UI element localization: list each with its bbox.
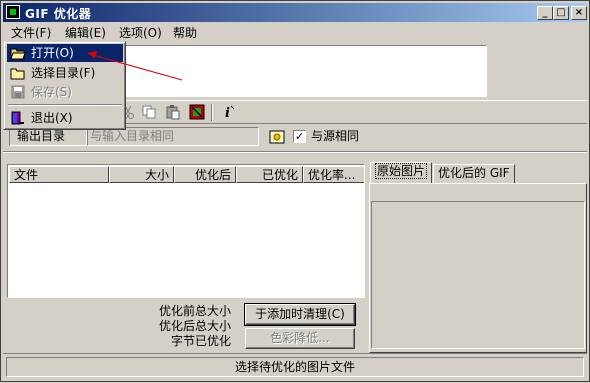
maximize-button[interactable]: □	[553, 6, 569, 20]
menu-item-label: 退出(X)	[31, 111, 73, 125]
menu-separator	[8, 104, 122, 106]
file-list[interactable]: 文件 大小 优化后 已优化 优化率...	[7, 164, 365, 298]
menu-item-label: 打开(O)	[31, 46, 74, 60]
same-as-source-label: 与源相同	[311, 129, 360, 143]
status-bar: 选择待优化的图片文件	[3, 353, 587, 379]
total-after-label: 优化后总大小	[158, 319, 231, 333]
exit-door-icon	[10, 111, 26, 125]
toolbar-separator	[211, 104, 213, 121]
menu-item-open[interactable]: 打开(O)	[7, 44, 123, 62]
paste-icon[interactable]	[165, 104, 181, 120]
help-pointer-icon[interactable]: i	[221, 104, 237, 121]
tab-original[interactable]: 原始图片	[370, 162, 433, 183]
column-ratio[interactable]: 优化率...	[303, 166, 364, 183]
clear-on-add-button[interactable]: 于添加时清理(C)	[244, 303, 356, 326]
menu-item-exit[interactable]: 退出(X)	[7, 109, 123, 127]
menu-file[interactable]: 文件(F)	[7, 25, 55, 41]
svg-text:i: i	[225, 106, 230, 120]
menu-edit[interactable]: 编辑(E)	[61, 25, 110, 41]
bytes-saved-label: 字节已优化	[170, 334, 231, 348]
total-before-label: 优化前总大小	[158, 304, 231, 318]
app-window: GIF 优化器 _ □ × 文件(F) 编辑(E) 选项(O) 帮助 i 输出目…	[0, 0, 590, 382]
separator-line	[3, 151, 587, 153]
close-button[interactable]: ×	[571, 6, 587, 20]
column-saved[interactable]: 已优化	[236, 166, 303, 183]
copy-icon[interactable]	[141, 104, 157, 120]
tab-optimized[interactable]: 优化后的 GIF	[433, 164, 515, 183]
file-menu-dropdown: 打开(O) 选择目录(F) 保存(S) 退出(X)	[3, 41, 126, 130]
menu-item-label: 选择目录(F)	[31, 66, 96, 80]
preview-image-area	[371, 201, 585, 349]
window-title: GIF 优化器	[25, 7, 92, 21]
drop-area[interactable]	[123, 45, 487, 97]
status-text: 选择待优化的图片文件	[6, 357, 584, 377]
column-file[interactable]: 文件	[9, 166, 109, 183]
menu-options[interactable]: 选项(O)	[115, 25, 166, 41]
same-as-source-checkbox[interactable]: ✓	[293, 130, 306, 143]
menu-item-label: 保存(S)	[31, 85, 72, 99]
delete-icon[interactable]	[189, 104, 205, 120]
minimize-button[interactable]: _	[537, 6, 553, 20]
column-size[interactable]: 大小	[109, 166, 174, 183]
app-icon[interactable]	[6, 5, 20, 19]
menu-item-select-folder[interactable]: 选择目录(F)	[7, 64, 123, 82]
menu-help[interactable]: 帮助	[169, 25, 201, 41]
reduce-colors-button[interactable]: 色彩降低...	[245, 328, 355, 349]
browse-folder-icon[interactable]	[269, 129, 285, 144]
file-list-header: 文件 大小 优化后 已优化 优化率...	[9, 166, 364, 183]
open-folder-icon	[10, 46, 26, 60]
title-bar[interactable]: GIF 优化器 _ □ ×	[3, 3, 587, 22]
folder-icon	[10, 66, 26, 80]
save-icon	[10, 85, 26, 99]
column-optimized-size[interactable]: 优化后	[174, 166, 236, 183]
menu-bar: 文件(F) 编辑(E) 选项(O) 帮助	[3, 23, 587, 43]
menu-item-save[interactable]: 保存(S)	[7, 83, 123, 101]
